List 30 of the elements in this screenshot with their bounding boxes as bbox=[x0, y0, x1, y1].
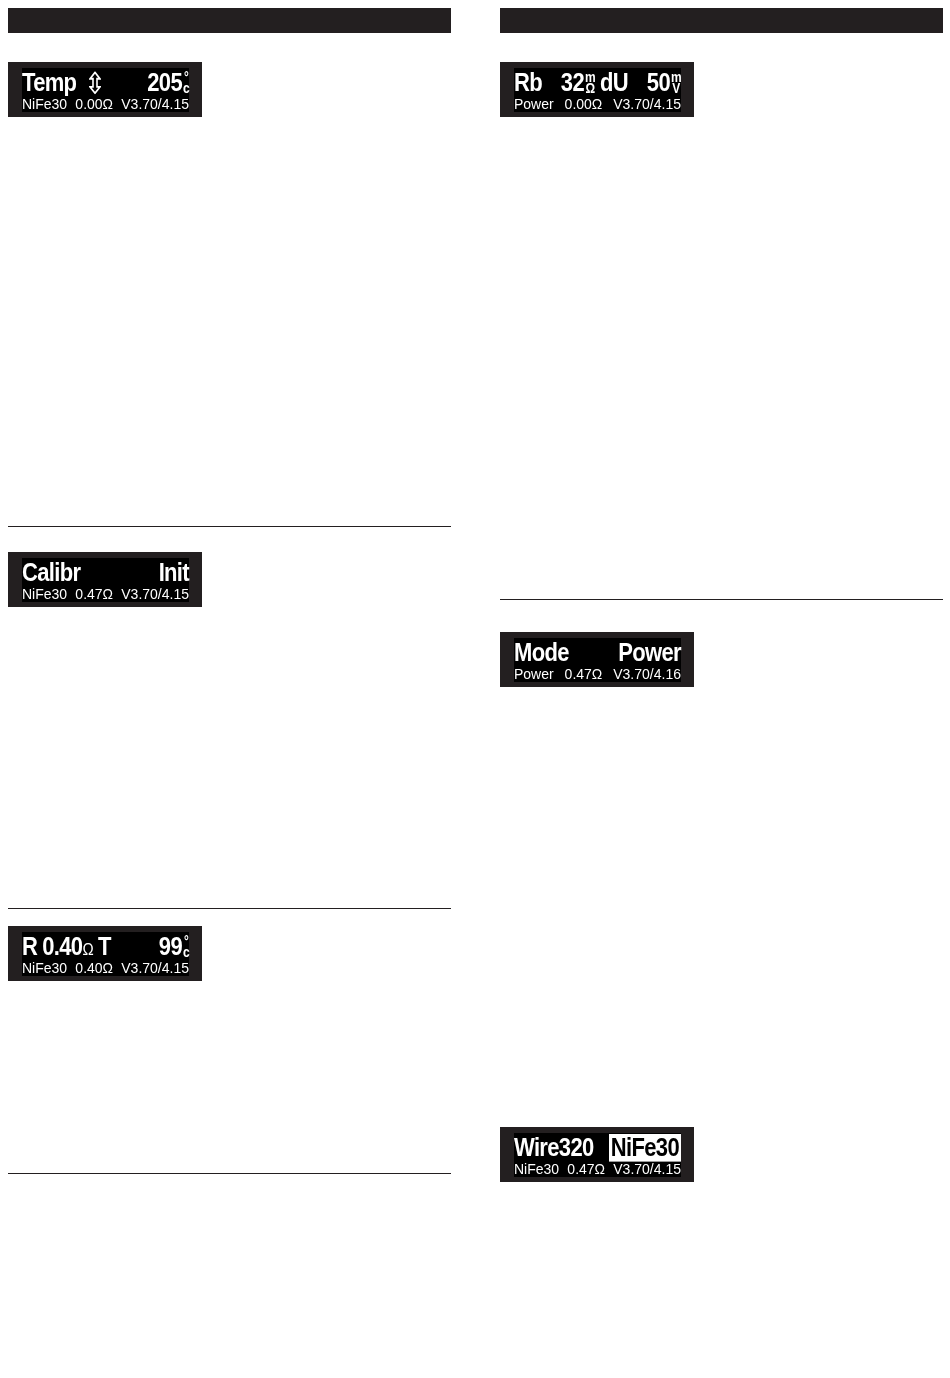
status-text: V3.70/4.15 bbox=[121, 587, 189, 602]
display-text: NiFe30 bbox=[608, 1134, 681, 1162]
status-text: Power bbox=[514, 667, 554, 682]
status-text: 0.47Ω bbox=[567, 1162, 606, 1177]
display-text: dU bbox=[600, 69, 628, 97]
status-text: V3.70/4.15 bbox=[613, 97, 681, 112]
status-text: NiFe30 bbox=[514, 1162, 560, 1177]
status-text: V3.70/4.16 bbox=[613, 667, 681, 682]
display-text: Init bbox=[158, 559, 189, 587]
display-text: Power bbox=[618, 639, 681, 667]
status-text: 0.47Ω bbox=[75, 587, 114, 602]
display-text: T bbox=[98, 933, 111, 961]
display-text: Calibr bbox=[22, 559, 81, 587]
status-text: V3.70/4.15 bbox=[121, 97, 189, 112]
status-text: V3.70/4.15 bbox=[121, 961, 189, 976]
status-text: Power bbox=[514, 97, 554, 112]
display-text: R bbox=[22, 933, 38, 961]
status-text: V3.70/4.15 bbox=[613, 1162, 681, 1177]
status-text: NiFe30 bbox=[22, 587, 68, 602]
status-text: 0.47Ω bbox=[564, 667, 603, 682]
status-text: NiFe30 bbox=[22, 97, 68, 112]
display-text: Temp bbox=[22, 69, 77, 97]
status-text: 0.40Ω bbox=[75, 961, 114, 976]
display-text: Rb bbox=[514, 69, 542, 97]
display-text: Wire320 bbox=[514, 1134, 594, 1162]
status-text: NiFe30 bbox=[22, 961, 68, 976]
status-text: 0.00Ω bbox=[564, 97, 603, 112]
display-text: 0.40Ω bbox=[42, 933, 93, 961]
status-text: 0.00Ω bbox=[75, 97, 114, 112]
display-text: Mode bbox=[514, 639, 569, 667]
